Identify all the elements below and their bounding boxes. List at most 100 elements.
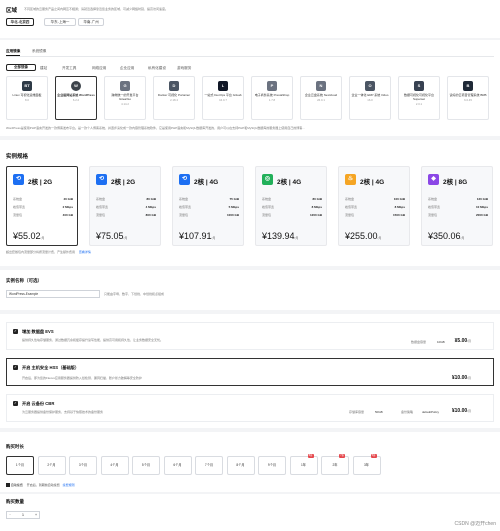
tab-system-image[interactable]: 系统镜像 [32, 49, 46, 54]
flexus-icon: ⟲ [96, 174, 107, 185]
spec-row-value: 80 GiB [146, 197, 156, 201]
duration-option[interactable]: 2个月 [37, 456, 66, 475]
cbr-price: ¥10.00/月 [452, 408, 471, 414]
flexus-icon: ⟲ [179, 174, 190, 185]
spec-row-bandwidth: 峰值带宽 4 Mbps [96, 205, 156, 209]
duration-label: 7个月 [204, 463, 214, 467]
spec-row-disk: 系统盘 80 GiB [96, 197, 156, 201]
quantity-section: 购买数量 − 1 + CSDN @迈开chen [0, 494, 500, 531]
app-name: 一站式 DevOps 平台 GitLab [204, 93, 242, 97]
duration-option[interactable]: 1年 8折 [289, 454, 318, 475]
app-card-gitea[interactable]: G 跨端统一的开发平台 Gitea/Go 4.14.2 [104, 76, 146, 120]
duration-label: 3年 [364, 463, 369, 467]
gitea-icon: G [120, 81, 130, 91]
duration-label: 8个月 [236, 463, 245, 467]
spec-card[interactable]: ⟲ 2核 | 2G 系统盘 40 GiB 峰值带宽 2 Mbps 流量包 400 GB ¥55.… [6, 166, 78, 246]
duration-option[interactable]: 3年 5折 [352, 454, 381, 475]
duration-option[interactable]: 9个月 [258, 456, 286, 475]
spec-price: ¥107.91/月 [179, 231, 215, 241]
spec-note-link[interactable]: 查看详情 [79, 250, 91, 254]
cbr-desc: 为云服务器提供备份保护服务，支持基于快照技术的备份服务 [22, 410, 104, 414]
app-card-superset[interactable]: S 数据可视化可视化平台 Superset 2.0.1 [398, 76, 440, 120]
app-version: 16.0 [367, 98, 373, 102]
auto-renew-link[interactable]: 续费规则 [63, 483, 75, 487]
spec-row-traffic: 流量包 1000 GB [179, 213, 239, 217]
spec-card[interactable]: ◆ 2核 | 8G 系统盘 120 GiB 峰值带宽 10 Mbps 流量包 2000 GB ¥… [421, 166, 493, 246]
filter-enterprise[interactable]: 企业应用 [120, 66, 134, 71]
region-option-guangzhou[interactable]: 华南-广州 [78, 18, 104, 26]
spec-row-label: 流量包 [428, 213, 438, 217]
filter-site[interactable]: 建站 [40, 66, 47, 71]
spec-row-label: 峰值带宽 [179, 205, 192, 209]
cbr-field-value[interactable]: 50GB [375, 410, 383, 414]
duration-option[interactable]: 5个月 [132, 456, 160, 475]
spec-card[interactable]: ⟲ 2核 | 2G 系统盘 80 GiB 峰值带宽 4 Mbps 流量包 800 GB ¥75.… [89, 166, 161, 246]
quantity-plus-button[interactable]: + [35, 512, 37, 518]
duration-option[interactable]: 3个月 [69, 456, 97, 475]
app-name: 企业云盘系统 Nextcloud [304, 93, 338, 97]
spec-row-value: 800 GB [145, 213, 156, 217]
evs-checkbox[interactable]: ✓ [13, 329, 18, 334]
cbr-checkbox[interactable]: ✓ [13, 401, 18, 406]
app-card-prestashop[interactable]: P 电子商务系统 PrestaShop 1.7.8 [251, 76, 293, 120]
evs-field-value[interactable]: 10GB [437, 340, 445, 344]
filter-game[interactable]: 游戏服务 [177, 66, 191, 71]
filter-private[interactable]: 私有化建设 [148, 66, 166, 71]
spec-row-label: 系统盘 [96, 197, 106, 201]
quantity-value[interactable]: 1 [22, 512, 24, 518]
spec-name: 2核 | 8G [443, 179, 468, 186]
spec-row-bandwidth: 峰值带宽 5 Mbps [179, 205, 239, 209]
spec-row-label: 峰值带宽 [96, 205, 109, 209]
quantity-title: 购买数量 [6, 499, 24, 504]
duration-option[interactable]: 4个月 [100, 456, 129, 475]
auto-renew-checkbox[interactable] [6, 483, 10, 488]
spec-price-value: ¥107.91 [179, 231, 212, 241]
spec-row-value: 100 GiB [393, 197, 405, 201]
duration-label: 2年 [332, 463, 338, 467]
app-card-nextcloud[interactable]: N 企业云盘系统 Nextcloud 26.0.1 [300, 76, 342, 120]
spec-row-traffic: 流量包 800 GB [96, 213, 156, 217]
spec-row-label: 流量包 [96, 213, 106, 217]
spec-row-value: 4 Mbps [145, 205, 156, 209]
app-card-odoo[interactable]: O 企业一体化 ERP 系统 Odoo 16.0 [349, 76, 391, 120]
app-card-brb[interactable]: B 读好的云项目管理系统 BRB 6.0.45 [447, 76, 489, 120]
app-version: 4.14.2 [121, 102, 129, 106]
filter-network[interactable]: 网络应用 [92, 66, 106, 71]
app-card-wordpress[interactable]: W 企业级网站系统 WordPress 6.2.2 [55, 76, 97, 120]
region-option-beijing[interactable]: 华北-北京四 [6, 18, 34, 26]
app-card-bt-panel[interactable]: BT Linux 可视化运维面板 8.0 [6, 76, 48, 120]
hss-checkbox[interactable]: ✓ [13, 365, 18, 370]
hss-price-value: ¥10.00 [451, 375, 468, 381]
duration-title: 购买时长 [6, 444, 24, 449]
spec-card[interactable]: ♨ 2核 | 4G 系统盘 100 GiB 峰值带宽 8 Mbps 流量包 1500 GB ¥2… [338, 166, 410, 246]
duration-option[interactable]: 2年 7折 [321, 454, 349, 475]
spec-price-value: ¥75.05 [96, 231, 124, 241]
spec-row-value: 1500 GB [392, 213, 405, 217]
duration-option[interactable]: 1个月 [6, 456, 34, 475]
instance-name-input[interactable]: WordPress-Example [6, 290, 100, 298]
spec-row-bandwidth: 峰值带宽 8 Mbps [345, 205, 405, 209]
tabs-divider [6, 56, 494, 57]
filter-dev-tools[interactable]: 开发工具 [62, 66, 76, 71]
spec-note: 超出套餐包内流量部分将按流量计费，产生额外费用 查看详情 [6, 250, 91, 254]
region-option-shanghai[interactable]: 华东-上海一 [44, 18, 76, 26]
wordpress-icon: W [71, 81, 81, 91]
spec-card[interactable]: ◎ 2核 | 4G 系统盘 80 GiB 峰值带宽 8 Mbps 流量包 1200 GB ¥13… [255, 166, 327, 246]
spec-card[interactable]: ⟲ 2核 | 4G 系统盘 75 GiB 峰值带宽 5 Mbps 流量包 1000 GB ¥10… [172, 166, 244, 246]
cbr-price-value: ¥10.00 [451, 408, 468, 414]
spec-row-value: 8 Mbps [394, 205, 405, 209]
flexus-icon: ⟲ [13, 174, 24, 185]
cbr-field-label: 存储库容量 [349, 410, 365, 414]
app-card-gitlab[interactable]: L 一站式 DevOps 平台 GitLab 16.0.7 [202, 76, 244, 120]
quantity-minus-button[interactable]: − [9, 512, 11, 518]
brb-icon: B [463, 81, 473, 91]
filter-all[interactable]: 全部镜像 [6, 64, 36, 71]
app-card-portainer[interactable]: D Docker 可视化 Portainer 2.18.4 [153, 76, 195, 120]
spec-row-value: 75 GiB [229, 197, 239, 201]
evs-price-suffix: /月 [467, 339, 471, 343]
duration-option[interactable]: 6个月 [163, 456, 192, 475]
cbr-field-value2[interactable]: defaultPolicy [422, 410, 439, 414]
tab-app-image[interactable]: 应用镜像 [6, 49, 21, 56]
duration-option[interactable]: 8个月 [226, 456, 255, 475]
duration-option[interactable]: 7个月 [195, 456, 223, 475]
